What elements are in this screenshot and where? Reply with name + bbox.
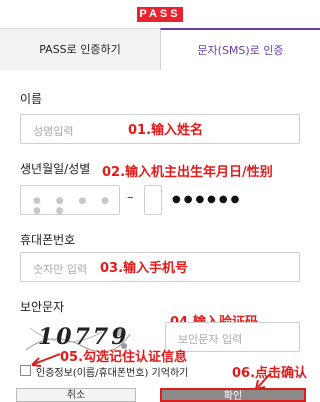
captcha-label: 보안문자 [20, 300, 65, 314]
tab-sms-auth[interactable]: 문자(SMS)로 인증 [160, 28, 320, 70]
annotation-5: 05.勾选记住认证信息 [60, 350, 188, 365]
annotation-3: 03.输入手机号 [100, 261, 189, 276]
header: PASS [0, 0, 320, 28]
tab-pass-auth[interactable]: PASS로 인증하기 [0, 28, 160, 70]
phone-placeholder: 숫자만 입력 [33, 263, 88, 276]
name-label: 이름 [20, 92, 43, 106]
birthdate-dots: ● ● ● ● ● ● [33, 196, 115, 216]
annotation-2: 02.输入机主出生年月日/性别 [102, 165, 273, 180]
name-placeholder: 성명입력 [33, 125, 74, 138]
birthdate-input[interactable]: ● ● ● ● ● ● [20, 185, 120, 216]
remember-checkbox[interactable] [20, 365, 31, 376]
pass-logo: PASS [137, 7, 183, 22]
remember-label: 인증정보(이름/휴대폰번호) 기억하기 [36, 368, 189, 379]
gender-digit-input[interactable] [144, 185, 162, 215]
phone-label: 휴대폰번호 [20, 233, 76, 247]
cancel-button[interactable]: 취소 [16, 388, 136, 402]
annotation-1: 01.输入姓名 [128, 123, 204, 138]
confirm-button[interactable]: 확인 [160, 388, 306, 402]
birth-separator: – [127, 190, 134, 205]
captcha-placeholder: 보안문자 입력 [178, 333, 243, 346]
gender-masked-dots: ●●●●●● [172, 194, 243, 205]
birth-label: 생년월일/성별 [20, 162, 91, 176]
tab-bar: PASS로 인증하기 문자(SMS)로 인증 [0, 28, 320, 70]
